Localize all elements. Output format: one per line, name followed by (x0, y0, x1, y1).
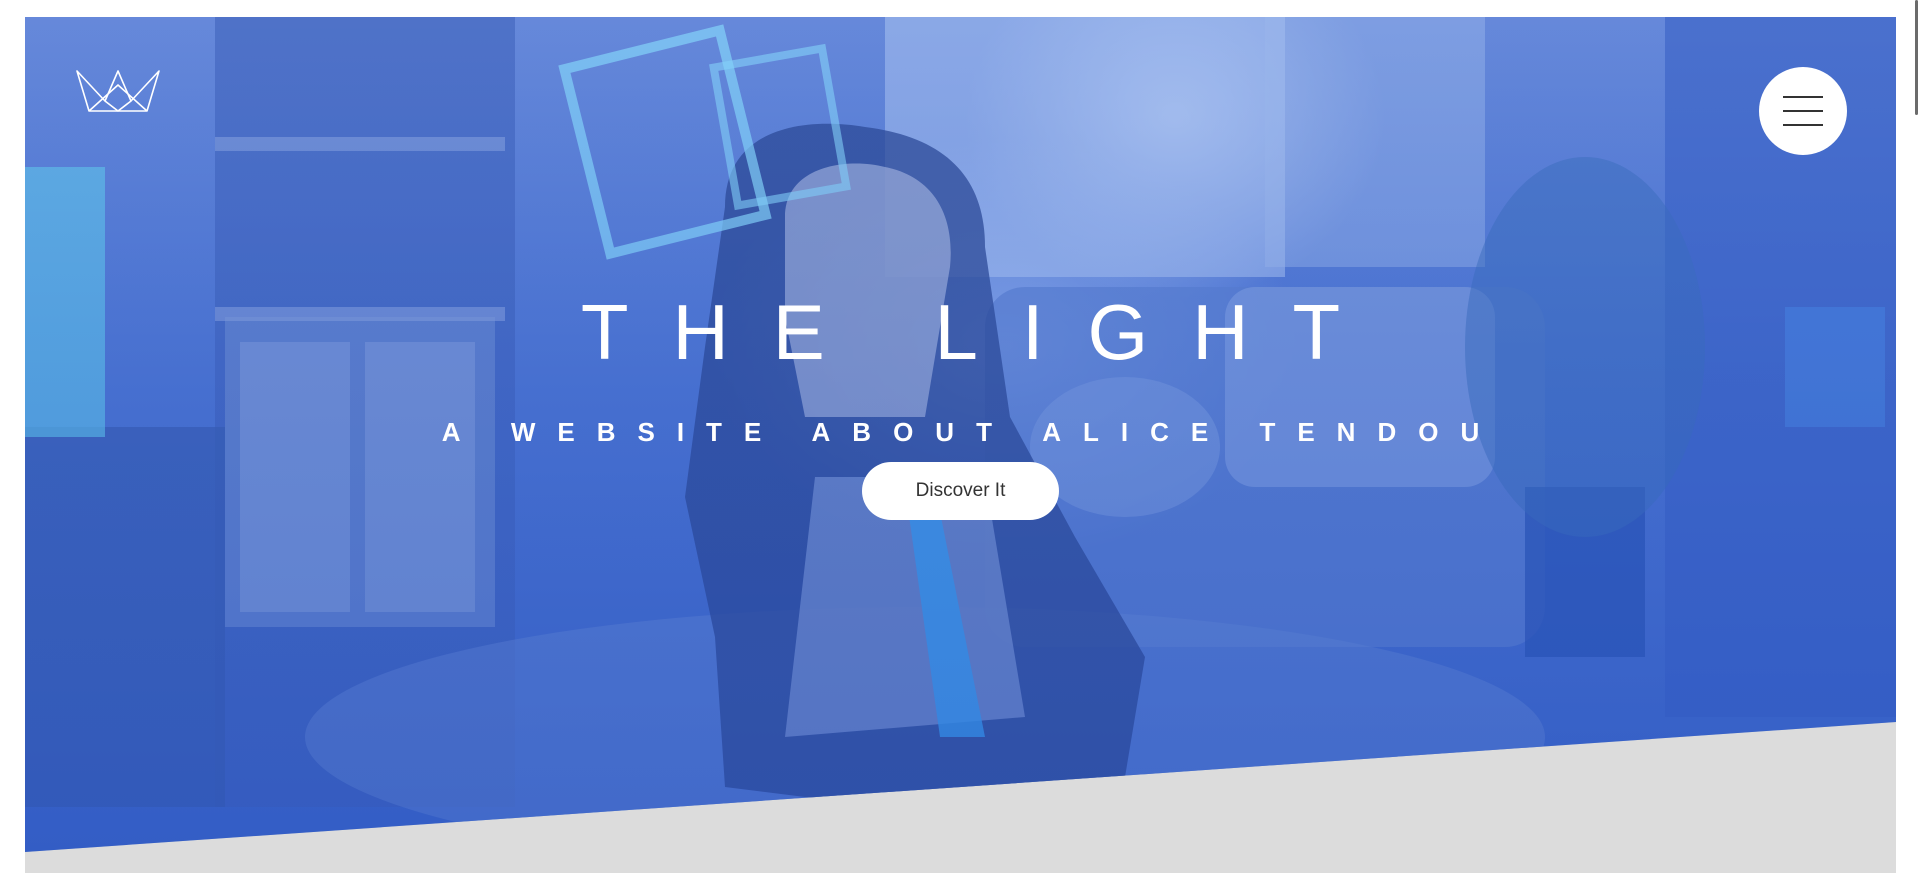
hero-section: THE LIGHT A WEBSITE ABOUT ALICE TENDOU D… (25, 17, 1896, 852)
hero-subtitle: A WEBSITE ABOUT ALICE TENDOU (441, 417, 1502, 447)
crown-icon[interactable] (75, 65, 161, 113)
scrollbar-thumb[interactable] (1915, 0, 1918, 115)
browser-viewport: THE LIGHT A WEBSITE ABOUT ALICE TENDOU D… (0, 0, 1920, 873)
page-scrollbar[interactable] (1912, 0, 1920, 873)
discover-button[interactable]: Discover It (862, 462, 1059, 520)
page: THE LIGHT A WEBSITE ABOUT ALICE TENDOU D… (25, 17, 1896, 873)
hero-title: THE LIGHT (580, 288, 1385, 376)
menu-button[interactable] (1759, 67, 1847, 155)
hamburger-menu-icon (1783, 96, 1823, 126)
